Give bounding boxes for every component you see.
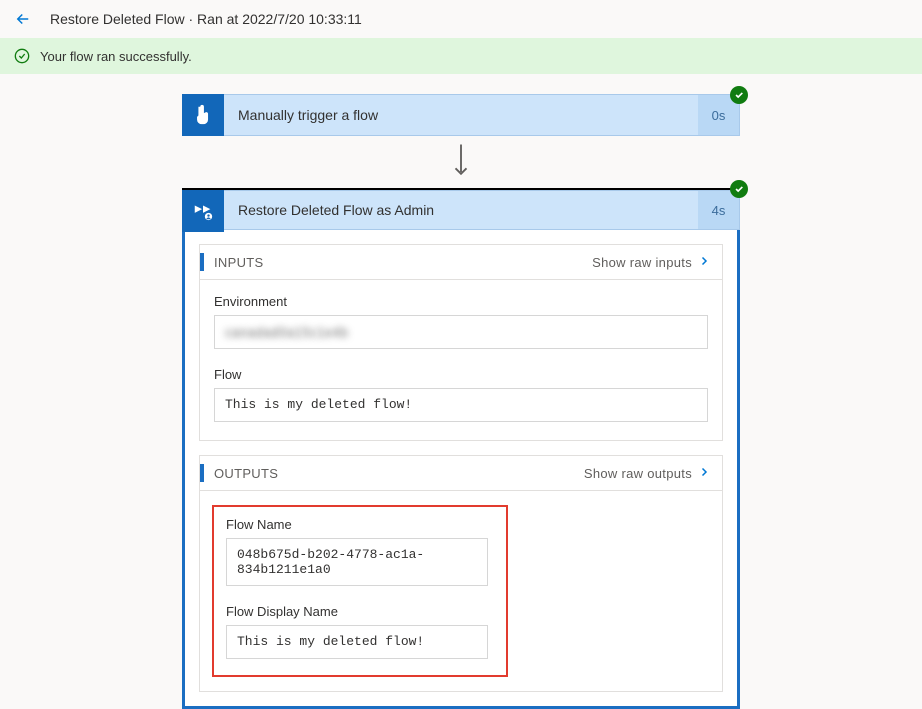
field-flow: Flow This is my deleted flow! [214, 367, 708, 422]
field-environment: Environment canadad0a15c1e4b [214, 294, 708, 349]
field-flow-display-name-value: This is my deleted flow! [226, 625, 488, 659]
section-accent-bar [200, 253, 204, 271]
step-trigger-title: Manually trigger a flow [224, 94, 698, 136]
status-success-bar: Your flow ran successfully. [0, 38, 922, 74]
arrow-down-icon [450, 136, 472, 188]
highlight-annotation: Flow Name 048b675d-b202-4778-ac1a-834b12… [212, 505, 508, 677]
field-flow-display-name-label: Flow Display Name [226, 604, 488, 619]
flow-admin-icon [182, 190, 224, 232]
inputs-section-header: INPUTS Show raw inputs [200, 245, 722, 280]
chevron-right-icon [698, 466, 710, 481]
outputs-section: OUTPUTS Show raw outputs F [199, 455, 723, 692]
field-flow-value: This is my deleted flow! [214, 388, 708, 422]
success-badge-icon [730, 86, 748, 104]
inputs-body: Environment canadad0a15c1e4b Flow This i… [200, 280, 722, 440]
field-flow-label: Flow [214, 367, 708, 382]
field-flow-name-label: Flow Name [226, 517, 488, 532]
success-check-icon [14, 48, 30, 64]
touch-icon [182, 94, 224, 136]
chevron-right-icon [698, 255, 710, 270]
field-flow-name: Flow Name 048b675d-b202-4778-ac1a-834b12… [226, 517, 488, 586]
page-title: Restore Deleted Flow · Ran at 2022/7/20 … [50, 11, 362, 27]
flow-canvas: Manually trigger a flow 0s Resto [0, 74, 922, 709]
section-accent-bar [200, 464, 204, 482]
success-badge-icon [730, 180, 748, 198]
show-raw-inputs-label: Show raw inputs [592, 255, 692, 270]
step-trigger: Manually trigger a flow 0s [182, 94, 740, 136]
inputs-section: INPUTS Show raw inputs Environment [199, 244, 723, 441]
field-environment-value: canadad0a15c1e4b [214, 315, 708, 349]
field-flow-name-value: 048b675d-b202-4778-ac1a-834b1211e1a0 [226, 538, 488, 586]
inputs-label: INPUTS [214, 255, 263, 270]
show-raw-outputs-link[interactable]: Show raw outputs [584, 466, 710, 481]
outputs-section-header: OUTPUTS Show raw outputs [200, 456, 722, 491]
outputs-body: Flow Name 048b675d-b202-4778-ac1a-834b12… [200, 491, 722, 691]
step-action-header[interactable]: Restore Deleted Flow as Admin 4s [182, 188, 740, 230]
status-message: Your flow ran successfully. [40, 49, 192, 64]
show-raw-inputs-link[interactable]: Show raw inputs [592, 255, 710, 270]
step-action-title: Restore Deleted Flow as Admin [224, 190, 698, 230]
step-action-body: INPUTS Show raw inputs Environment [182, 230, 740, 709]
step-trigger-header[interactable]: Manually trigger a flow 0s [182, 94, 740, 136]
outputs-label: OUTPUTS [214, 466, 278, 481]
step-action: Restore Deleted Flow as Admin 4s INPUTS … [182, 188, 740, 709]
back-arrow-icon[interactable] [14, 10, 32, 28]
field-flow-display-name: Flow Display Name This is my deleted flo… [226, 604, 488, 659]
page-header: Restore Deleted Flow · Ran at 2022/7/20 … [0, 0, 922, 38]
show-raw-outputs-label: Show raw outputs [584, 466, 692, 481]
field-environment-label: Environment [214, 294, 708, 309]
